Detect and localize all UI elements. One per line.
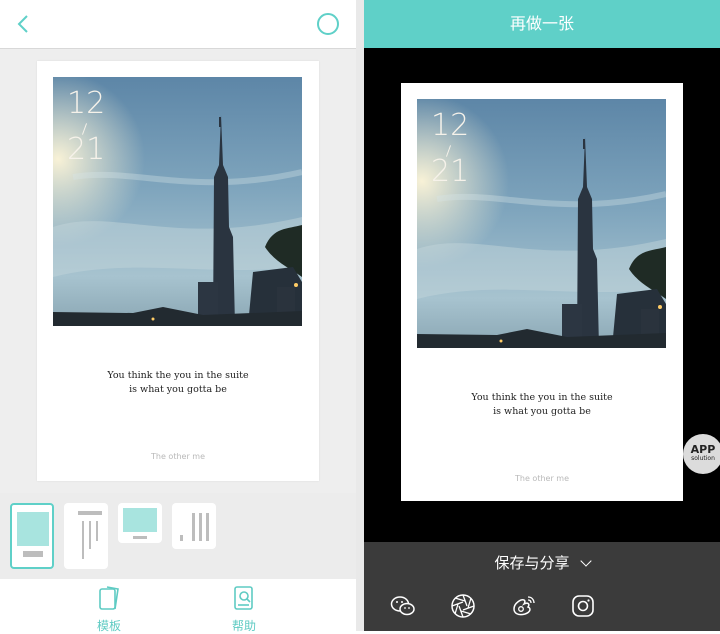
template-side-lines[interactable] (172, 503, 216, 549)
watermark-line-1: APP (690, 443, 716, 456)
template-thumb-line (89, 521, 91, 549)
template-landscape[interactable] (118, 503, 162, 543)
city-tower-photo: 12 21 (417, 99, 666, 348)
template-thumb-line (96, 521, 98, 541)
make-another-button[interactable]: 再做一张 (364, 0, 720, 48)
wechat-icon[interactable] (389, 592, 417, 620)
caption-line-2: is what you gotta be (493, 406, 591, 417)
template-thumb-text (23, 551, 43, 557)
caption-line-1: You think the you in the suite (107, 370, 249, 381)
template-icon (99, 586, 119, 610)
template-thumb-line (192, 513, 195, 541)
card-caption: You think the you in the suite is what y… (401, 391, 683, 419)
template-thumb-dot (180, 535, 183, 541)
caption-line-1: You think the you in the suite (471, 392, 613, 403)
editor-header (0, 0, 356, 49)
editor-canvas: 12 21 You think the you in the suite is … (0, 49, 356, 493)
save-share-toggle[interactable]: 保存与分享 (364, 552, 720, 573)
pane-divider (356, 0, 364, 631)
save-share-label: 保存与分享 (494, 554, 570, 572)
date-month: 21 (67, 132, 106, 167)
template-photo-top[interactable] (10, 503, 54, 569)
template-thumb-bar (78, 511, 102, 515)
preview-card[interactable]: 12 21 You think the you in the suite is … (37, 61, 319, 481)
chevron-down-icon (579, 555, 592, 567)
date-day: 12 (431, 108, 470, 143)
date-month: 21 (431, 154, 470, 189)
bottom-tab-bar: 模板 帮助 (0, 579, 356, 634)
date-stamp: 12 21 (431, 111, 471, 187)
caption-line-2: is what you gotta be (129, 384, 227, 395)
tab-help-label: 帮助 (231, 619, 256, 633)
tab-template-label: 模板 (96, 619, 121, 633)
template-thumb-photo (123, 508, 157, 532)
template-thumb-line (82, 521, 84, 559)
weibo-icon[interactable] (509, 592, 537, 620)
template-strip (0, 493, 356, 579)
card-caption: You think the you in the suite is what y… (37, 369, 319, 397)
template-vertical-lines[interactable] (64, 503, 108, 569)
back-arrow-icon[interactable] (12, 12, 36, 36)
tab-template[interactable]: 模板 (74, 583, 144, 634)
city-tower-photo: 12 21 (53, 77, 302, 326)
confirm-circle-icon[interactable] (317, 13, 339, 35)
app-solution-watermark: APP solution (683, 434, 720, 474)
result-card: 12 21 You think the you in the suite is … (401, 83, 683, 501)
watermark-line-2: solution (691, 455, 715, 462)
help-book-icon (234, 586, 253, 610)
instagram-icon[interactable] (569, 592, 597, 620)
tab-help[interactable]: 帮助 (209, 583, 279, 634)
date-day: 12 (67, 86, 106, 121)
template-thumb-text (133, 536, 147, 539)
card-signature: The other me (151, 452, 205, 461)
share-panel: 保存与分享 (364, 542, 720, 631)
template-thumb-line (199, 513, 202, 541)
editor-pane: 12 21 You think the you in the suite is … (0, 0, 356, 634)
moments-icon[interactable] (449, 592, 477, 620)
card-signature: The other me (515, 474, 569, 483)
result-pane: 再做一张 12 21 You think the you in the suit… (364, 0, 720, 631)
template-thumb-line (206, 513, 209, 541)
date-stamp: 12 21 (67, 89, 107, 165)
template-thumb-photo (17, 512, 49, 546)
